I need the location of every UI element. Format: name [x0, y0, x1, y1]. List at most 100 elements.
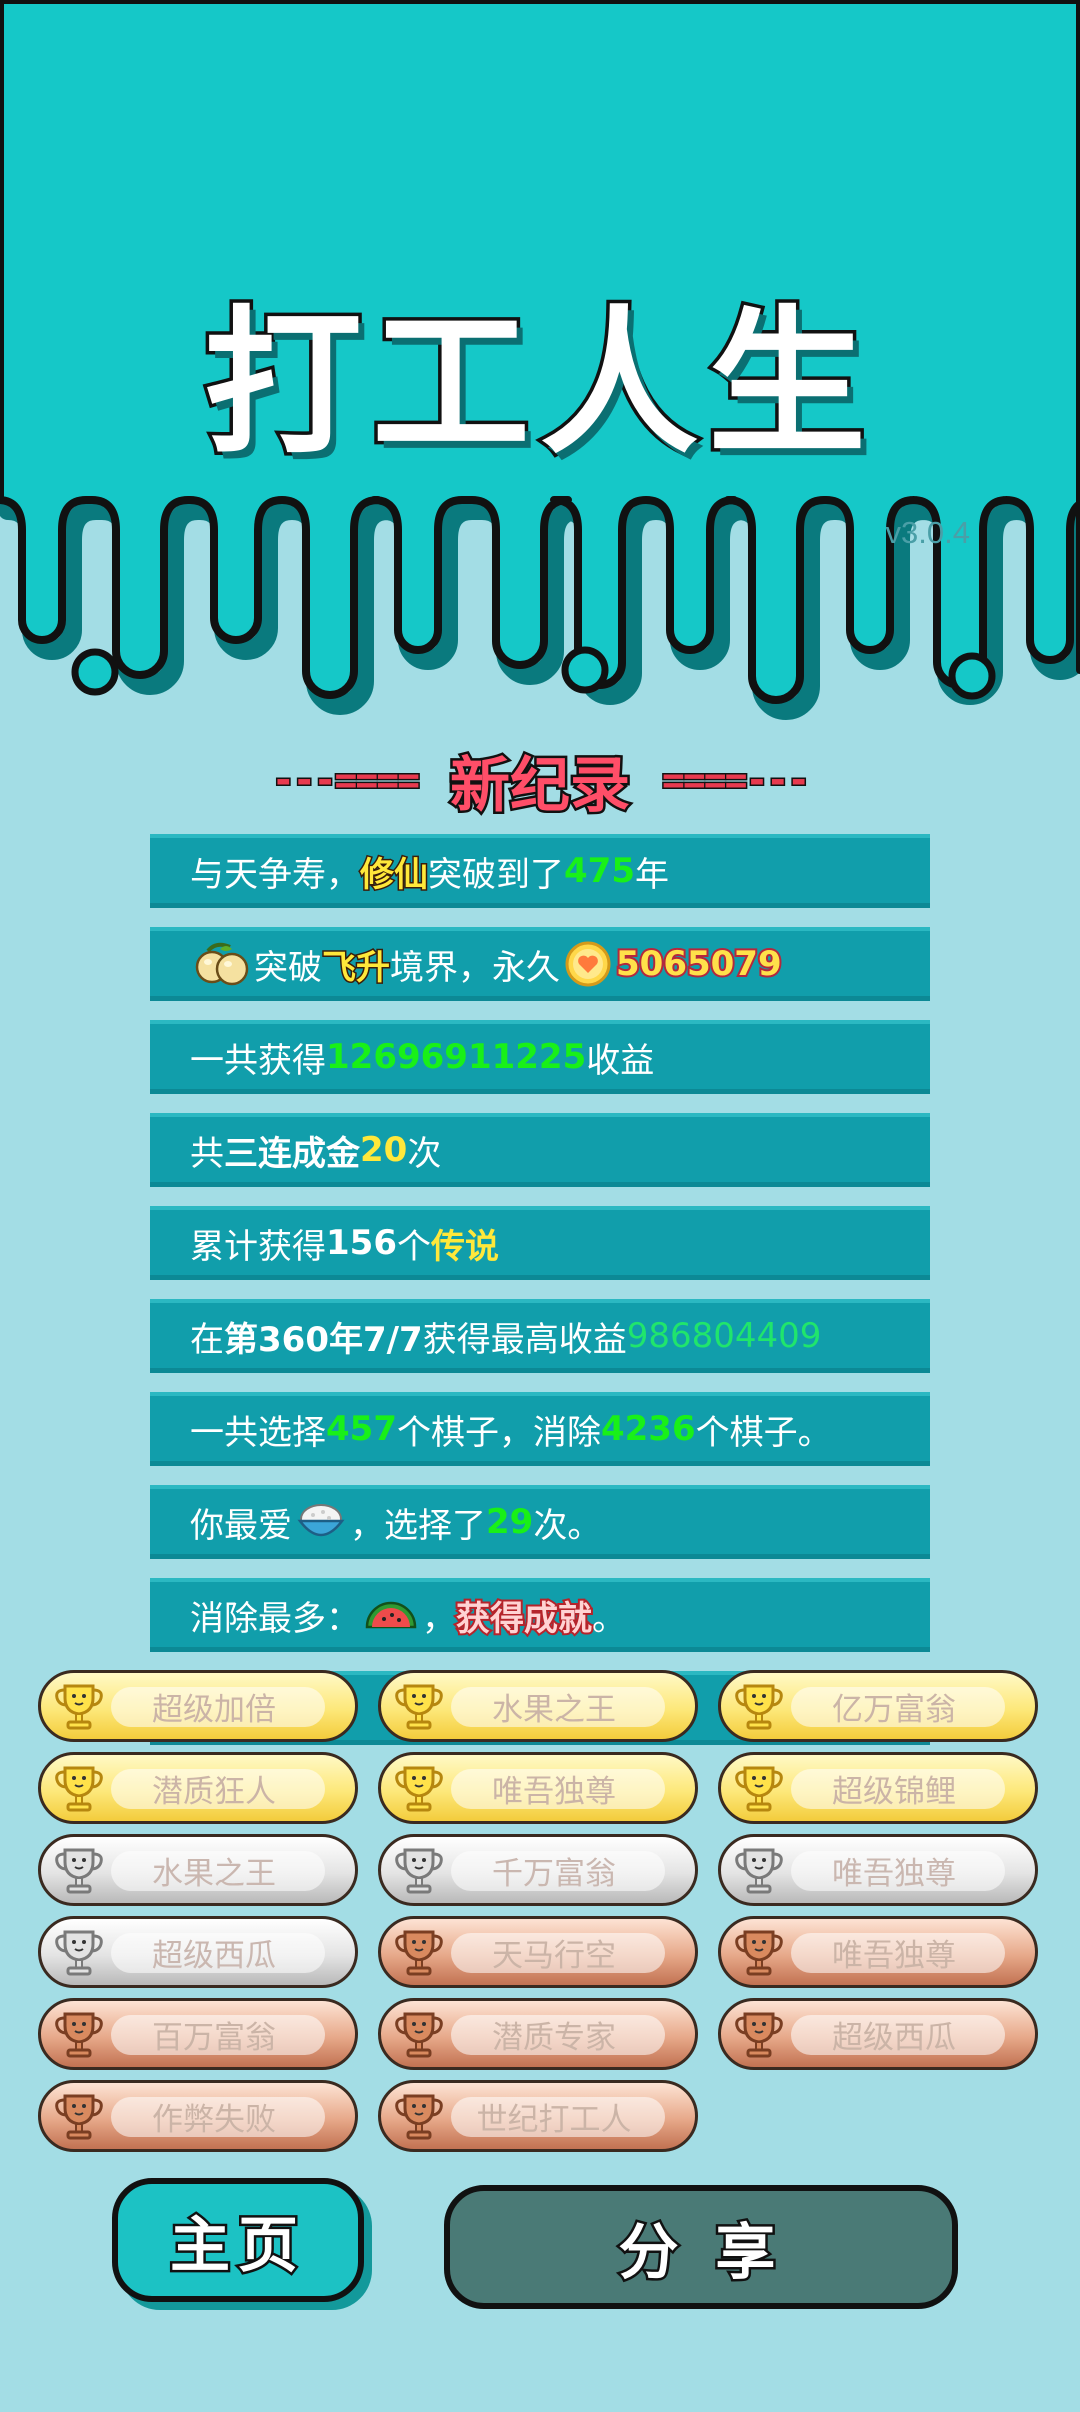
stat-text: 突破到了 — [428, 854, 564, 895]
deco-line-left: ---==== — [270, 757, 421, 804]
stat-value: 156 — [326, 1223, 397, 1263]
achievement-label: 天马行空 — [492, 1937, 616, 1974]
achievement-badge[interactable]: 潜质专家 — [378, 1998, 698, 2070]
heart-coin-icon — [565, 941, 611, 987]
home-button-label: 主页 — [168, 2208, 306, 2283]
achievement-label: 世纪打工人 — [476, 2101, 632, 2138]
stat-value: 986804409 — [626, 1316, 822, 1356]
stat-text: 年 — [634, 854, 669, 895]
trophy-icon — [735, 1848, 783, 1894]
share-button-label: 分 享 — [616, 2215, 784, 2290]
stat-value: 29 — [486, 1502, 534, 1542]
stat-value: 4236 — [600, 1409, 696, 1449]
achievement-label: 超级西瓜 — [832, 2019, 956, 2056]
stat-text: 累计获得 — [190, 1226, 326, 1267]
achievement-label: 潜质专家 — [492, 2019, 616, 2056]
achievement-label: 水果之王 — [492, 1691, 616, 1728]
achievement-label: 超级锦鲤 — [832, 1773, 956, 1810]
achievement-label: 亿万富翁 — [832, 1691, 956, 1728]
trophy-icon — [395, 2094, 443, 2140]
trophy-icon — [395, 1684, 443, 1730]
stat-text: 共 — [190, 1133, 224, 1174]
achievement-badge[interactable]: 水果之王 — [378, 1670, 698, 1742]
achievement-badge[interactable]: 作弊失败 — [38, 2080, 358, 2152]
trophy-icon — [735, 1684, 783, 1730]
stat-row-legends: 累计获得 156 个传说 — [150, 1206, 930, 1280]
achievement-badge[interactable]: 天马行空 — [378, 1916, 698, 1988]
trophy-icon — [735, 2012, 783, 2058]
rice-bowl-icon — [297, 1504, 345, 1537]
achievement-badge[interactable]: 唯吾独尊 — [718, 1834, 1038, 1906]
achievement-badge[interactable]: 水果之王 — [38, 1834, 358, 1906]
record-title: 新纪录 — [448, 748, 633, 823]
achievement-label: 水果之王 — [152, 1855, 276, 1892]
stat-text: 收益 — [586, 1040, 655, 1081]
achievement-badge[interactable]: 潜质狂人 — [38, 1752, 358, 1824]
deco-line-right: ====--- — [660, 757, 811, 804]
drip-dot — [948, 652, 996, 700]
achievement-label: 唯吾独尊 — [832, 1937, 956, 1974]
stat-row-lifespan: 与天争寿， 修仙 突破到了 475 年 — [150, 834, 930, 908]
trophy-icon — [55, 1930, 103, 1976]
stat-row-most-eliminated: 消除最多： ，获得成就。 — [150, 1578, 930, 1652]
achievement-label: 唯吾独尊 — [832, 1855, 956, 1892]
achievement-badge[interactable]: 超级加倍 — [38, 1670, 358, 1742]
achievement-badge[interactable]: 超级西瓜 — [718, 1998, 1038, 2070]
achievement-label: 百万富翁 — [152, 2019, 276, 2056]
stat-text: 在 — [190, 1319, 224, 1360]
achievement-badge[interactable]: 世纪打工人 — [378, 2080, 698, 2152]
trophy-icon — [55, 1684, 103, 1730]
trophy-icon — [55, 2094, 103, 2140]
stat-text: 与天争寿， — [190, 854, 360, 895]
achievement-badge[interactable]: 超级锦鲤 — [718, 1752, 1038, 1824]
achievement-badge[interactable]: 千万富翁 — [378, 1834, 698, 1906]
achievement-label: 超级西瓜 — [152, 1937, 276, 1974]
stat-value: 457 — [326, 1409, 397, 1449]
stat-row-total-income: 一共获得 12696911225 收益 — [150, 1020, 930, 1094]
achievement-label: 千万富翁 — [492, 1855, 616, 1892]
drip-dot — [71, 648, 119, 696]
stat-value: 475 — [564, 851, 635, 891]
trophy-icon — [735, 1766, 783, 1812]
stat-text: 一共获得 — [190, 1040, 326, 1081]
game-title: 打工人生 — [201, 289, 876, 480]
stat-row-best-income: 在 第360年7/7 获得最高收益 986804409 — [150, 1299, 930, 1373]
trophy-icon — [55, 1766, 103, 1812]
achievement-badge[interactable]: 亿万富翁 — [718, 1670, 1038, 1742]
peach-icon — [195, 942, 249, 986]
stat-row-pieces: 一共选择 457 个棋子，消除 4236 个棋子。 — [150, 1392, 930, 1466]
trophy-icon — [55, 2012, 103, 2058]
stat-row-ascension: 突破 飞升 境界，永久 5065079 — [150, 927, 930, 1001]
coin-value: 5065079 — [614, 942, 784, 986]
stat-row-favorite: 你最爱 ，选择了 29 次。 — [150, 1485, 930, 1559]
stat-highlight: 传说 — [430, 1226, 499, 1267]
stat-text: 个棋子，消除 — [396, 1412, 601, 1453]
trophy-icon — [395, 1930, 443, 1976]
achievement-label: 潜质狂人 — [152, 1773, 276, 1810]
stat-row-triple-gold: 共三连成金 20 次 — [150, 1113, 930, 1187]
stat-text: 获得最高收益 — [422, 1319, 627, 1360]
stat-text: 突破 — [254, 947, 322, 988]
achievement-badge[interactable]: 超级西瓜 — [38, 1916, 358, 1988]
stat-text: 个 — [396, 1226, 431, 1267]
achievement-badge[interactable]: 唯吾独尊 — [718, 1916, 1038, 1988]
achievement-badge[interactable]: 百万富翁 — [38, 1998, 358, 2070]
stat-bold: 三连成金 — [224, 1133, 360, 1174]
achievement-badge[interactable]: 唯吾独尊 — [378, 1752, 698, 1824]
watermelon-icon — [365, 1601, 417, 1629]
stat-text: 消除最多： — [190, 1598, 360, 1639]
trophy-icon — [395, 1766, 443, 1812]
drip-dot — [561, 646, 609, 694]
achievement-label: 超级加倍 — [152, 1691, 276, 1728]
stat-text: 你最爱 — [190, 1505, 292, 1546]
trophy-icon — [395, 2012, 443, 2058]
share-button[interactable]: 分 享 — [444, 2185, 958, 2309]
home-button[interactable]: 主页 — [112, 2178, 364, 2302]
trophy-icon — [735, 1930, 783, 1976]
stat-date: 第360年7/7 — [224, 1319, 423, 1360]
stat-text: 次。 — [533, 1505, 602, 1546]
stat-highlight: 修仙 — [359, 853, 430, 896]
trophy-icon — [395, 1848, 443, 1894]
stat-value: 12696911225 — [326, 1037, 587, 1077]
stat-highlight: 获得成就 — [454, 1597, 594, 1641]
